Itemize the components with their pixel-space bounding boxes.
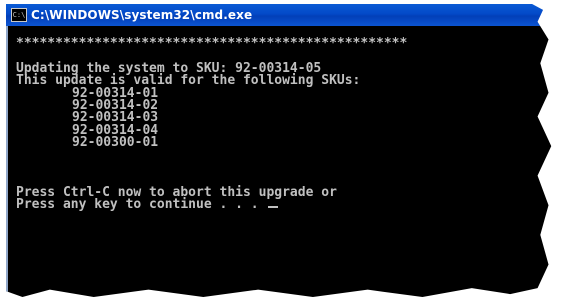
continue-line: Press any key to continue . . .: [16, 197, 407, 213]
console-output[interactable]: ****************************************…: [6, 26, 552, 298]
title-bar[interactable]: C:\ C:\WINDOWS\system32\cmd.exe: [6, 4, 552, 26]
continue-prompt: Press any key to continue . . .: [16, 197, 267, 213]
cmd-window: C:\ C:\WINDOWS\system32\cmd.exe ********…: [6, 4, 552, 298]
console-text: ****************************************…: [16, 36, 408, 213]
separator-line: ****************************************…: [16, 36, 408, 51]
text-cursor: [268, 206, 279, 209]
sku-item: 92-00300-01: [72, 135, 159, 151]
cmd-icon[interactable]: C:\: [11, 8, 27, 22]
window-title: C:\WINDOWS\system32\cmd.exe: [31, 8, 253, 22]
